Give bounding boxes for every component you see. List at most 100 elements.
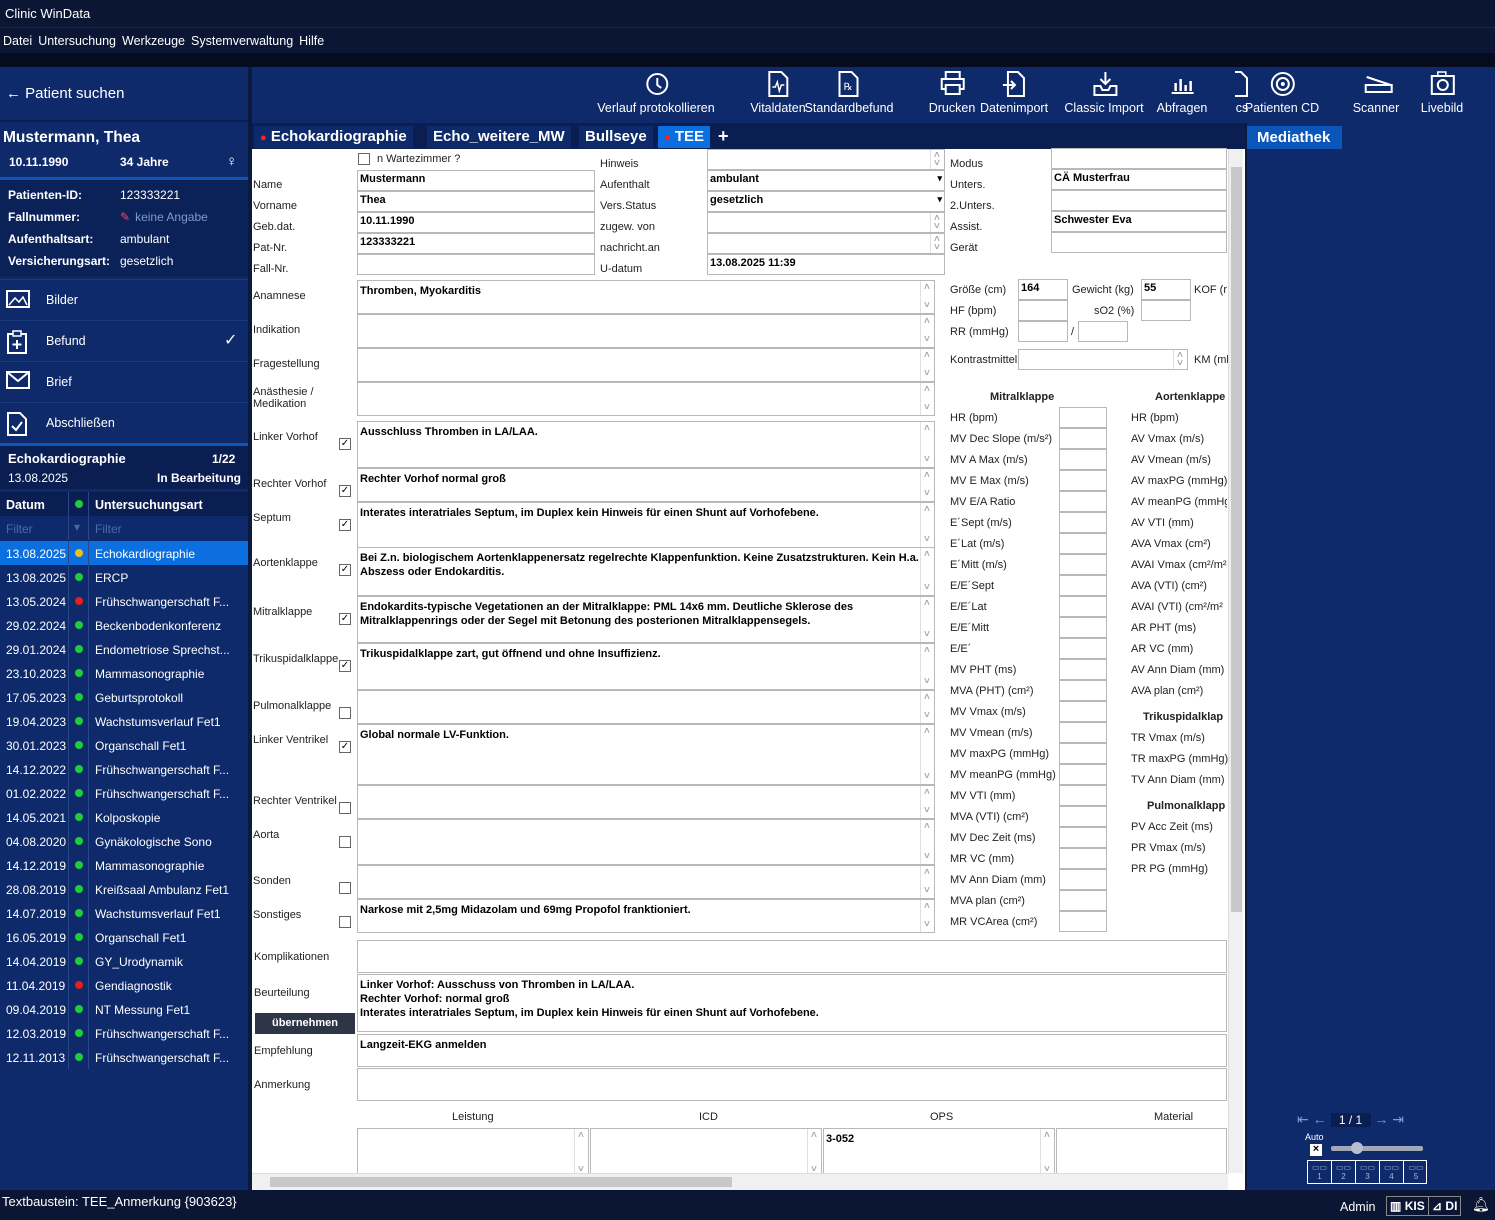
mitral-value-input[interactable] bbox=[1059, 533, 1107, 554]
hf-input[interactable] bbox=[1018, 300, 1068, 321]
auto-close-icon[interactable]: × bbox=[1310, 1144, 1322, 1156]
section-checkbox[interactable]: ✓ bbox=[339, 613, 351, 625]
mitral-value-input[interactable] bbox=[1059, 806, 1107, 827]
mitral-value-input[interactable] bbox=[1059, 491, 1107, 512]
section-checkbox[interactable] bbox=[339, 882, 351, 894]
table-row[interactable]: 09.04.2019 NT Messung Fet1 bbox=[0, 997, 248, 1021]
section-checkbox[interactable] bbox=[339, 916, 351, 928]
input-udatum[interactable]: 13.08.2025 11:39 bbox=[707, 254, 945, 275]
so2-input[interactable] bbox=[1141, 300, 1191, 321]
chevron-down-icon[interactable]: ▾ bbox=[937, 173, 942, 184]
tab-mediathek[interactable]: Mediathek bbox=[1247, 126, 1342, 149]
uebernehmen-button[interactable]: übernehmen bbox=[255, 1013, 355, 1034]
mitral-value-input[interactable] bbox=[1059, 659, 1107, 680]
section-textarea[interactable] bbox=[357, 690, 935, 724]
layout-slot-4[interactable]: ▭▭ 4 bbox=[1380, 1161, 1404, 1183]
section-textarea[interactable]: Bei Z.n. biologischem Aortenklappenersat… bbox=[357, 547, 935, 596]
toolbar-disc-button[interactable]: Patienten CD bbox=[1245, 71, 1319, 115]
mitral-value-input[interactable] bbox=[1059, 575, 1107, 596]
mitral-value-input[interactable] bbox=[1059, 449, 1107, 470]
table-row[interactable]: 19.04.2023 Wachstumsverlauf Fet1 bbox=[0, 709, 248, 733]
section-checkbox[interactable] bbox=[339, 836, 351, 848]
table-row[interactable]: 23.10.2023 Mammasonographie bbox=[0, 661, 248, 685]
mitral-value-input[interactable] bbox=[1059, 512, 1107, 533]
table-row[interactable]: 17.05.2023 Geburtsprotokoll bbox=[0, 685, 248, 709]
section-checkbox[interactable] bbox=[339, 707, 351, 719]
mitral-value-input[interactable] bbox=[1059, 680, 1107, 701]
mitral-value-input[interactable] bbox=[1059, 617, 1107, 638]
mitral-value-input[interactable] bbox=[1059, 701, 1107, 722]
mitral-value-input[interactable] bbox=[1059, 722, 1107, 743]
table-row[interactable]: 13.05.2024 Frühschwangerschaft F... bbox=[0, 589, 248, 613]
horizontal-scrollbar[interactable] bbox=[252, 1173, 1228, 1190]
input-unters[interactable]: CÄ Musterfrau bbox=[1051, 169, 1227, 190]
edit-icon[interactable]: ✎ bbox=[120, 210, 130, 224]
table-row[interactable]: 14.05.2021 Kolposkopie bbox=[0, 805, 248, 829]
filter-type[interactable]: Filter bbox=[95, 522, 122, 536]
mitral-value-input[interactable] bbox=[1059, 848, 1107, 869]
table-row[interactable]: 30.01.2023 Organschall Fet1 bbox=[0, 733, 248, 757]
toolbar-bar-chart-button[interactable]: Abfragen bbox=[1157, 71, 1207, 115]
mitral-value-input[interactable] bbox=[1059, 407, 1107, 428]
kontrastmittel-input[interactable] bbox=[1018, 349, 1188, 370]
layout-slot-3[interactable]: ▭▭ 3 bbox=[1356, 1161, 1380, 1183]
toolbar-history-button[interactable]: Verlauf protokollieren bbox=[597, 71, 715, 115]
nav-abschließen[interactable]: Abschließen bbox=[0, 402, 248, 443]
section-textarea[interactable]: Interates interatriales Septum, im Duple… bbox=[357, 502, 935, 548]
empfehlung-textarea[interactable]: Langzeit-EKG anmelden bbox=[357, 1034, 1227, 1067]
table-row[interactable]: 29.02.2024 Beckenbodenkonferenz bbox=[0, 613, 248, 637]
mitral-value-input[interactable] bbox=[1059, 428, 1107, 449]
table-row[interactable]: 11.04.2019 Gendiagnostik bbox=[0, 973, 248, 997]
input-aufenthalt[interactable]: ambulant ▾ bbox=[707, 170, 945, 191]
mitral-value-input[interactable] bbox=[1059, 743, 1107, 764]
wartezimmer-checkbox[interactable] bbox=[358, 153, 370, 165]
prev-page-icon[interactable]: ← bbox=[1313, 1111, 1327, 1127]
section-textarea[interactable] bbox=[357, 865, 935, 899]
chevron-down-icon[interactable]: ▾ bbox=[937, 194, 942, 205]
mitral-value-input[interactable] bbox=[1059, 869, 1107, 890]
input-fallnr[interactable] bbox=[357, 254, 595, 275]
code-list-material[interactable] bbox=[1056, 1128, 1227, 1178]
toolbar-scanner-button[interactable]: Scanner bbox=[1353, 71, 1399, 115]
menu-systemverwaltung[interactable]: Systemverwaltung bbox=[188, 28, 296, 48]
input-gebdat[interactable]: 10.11.1990 bbox=[357, 212, 595, 233]
tab-echokardiographie[interactable]: ● Echokardiographie bbox=[254, 126, 413, 148]
table-row[interactable]: 12.03.2019 Frühschwangerschaft F... bbox=[0, 1021, 248, 1045]
section-checkbox[interactable]: ✓ bbox=[339, 485, 351, 497]
input-versstatus[interactable]: gesetzlich ▾ bbox=[707, 191, 945, 212]
input-vorname[interactable]: Thea bbox=[357, 191, 595, 212]
mitral-value-input[interactable] bbox=[1059, 785, 1107, 806]
col-type[interactable]: Untersuchungsart bbox=[95, 498, 203, 512]
table-row[interactable]: 04.08.2020 Gynäkologische Sono bbox=[0, 829, 248, 853]
section-textarea[interactable]: Rechter Vorhof normal groß bbox=[357, 468, 935, 502]
input-2unters[interactable] bbox=[1051, 190, 1227, 211]
mitral-value-input[interactable] bbox=[1059, 911, 1107, 932]
table-row[interactable]: 13.08.2025 ERCP bbox=[0, 565, 248, 589]
table-row[interactable]: 16.05.2019 Organschall Fet1 bbox=[0, 925, 248, 949]
gewicht-input[interactable]: 55 bbox=[1141, 279, 1191, 300]
menu-hilfe[interactable]: Hilfe bbox=[296, 28, 327, 48]
rr-sys-input[interactable] bbox=[1018, 321, 1068, 342]
toolbar-tray-download-button[interactable]: Classic Import bbox=[1064, 71, 1144, 115]
table-row[interactable]: 28.08.2019 Kreißsaal Ambulanz Fet1 bbox=[0, 877, 248, 901]
table-row[interactable]: 14.12.2022 Frühschwangerschaft F... bbox=[0, 757, 248, 781]
toolbar-rx-file-button[interactable]: ℞ Standardbefund bbox=[805, 71, 893, 115]
first-page-icon[interactable]: ⇤ bbox=[1297, 1111, 1309, 1127]
add-tab-icon[interactable]: + bbox=[714, 126, 733, 148]
section-checkbox[interactable]: ✓ bbox=[339, 564, 351, 576]
nav-brief[interactable]: Brief bbox=[0, 361, 248, 402]
table-row[interactable]: 14.04.2019 GY_Urodynamik bbox=[0, 949, 248, 973]
bell-icon[interactable]: 🔔︎ bbox=[1472, 1196, 1490, 1213]
anmerkung-textarea[interactable] bbox=[357, 1068, 1227, 1101]
layout-slot-1[interactable]: ▭▭ 1 bbox=[1308, 1161, 1332, 1183]
section-checkbox[interactable]: ✓ bbox=[339, 438, 351, 450]
table-row[interactable]: 14.12.2019 Mammasonographie bbox=[0, 853, 248, 877]
code-list-leistung[interactable] bbox=[357, 1128, 589, 1178]
tab-echo-weitere[interactable]: Echo_weitere_MW bbox=[427, 126, 571, 148]
table-row[interactable]: 29.01.2024 Endometriose Sprechst... bbox=[0, 637, 248, 661]
filter-date[interactable]: Filter bbox=[6, 522, 33, 536]
menu-werkzeuge[interactable]: Werkzeuge bbox=[119, 28, 188, 48]
next-page-icon[interactable]: → bbox=[1374, 1111, 1388, 1127]
section-textarea[interactable]: Trikuspidalklappe zart, gut öffnend und … bbox=[357, 643, 935, 690]
tab-bullseye[interactable]: Bullseye bbox=[579, 126, 653, 148]
